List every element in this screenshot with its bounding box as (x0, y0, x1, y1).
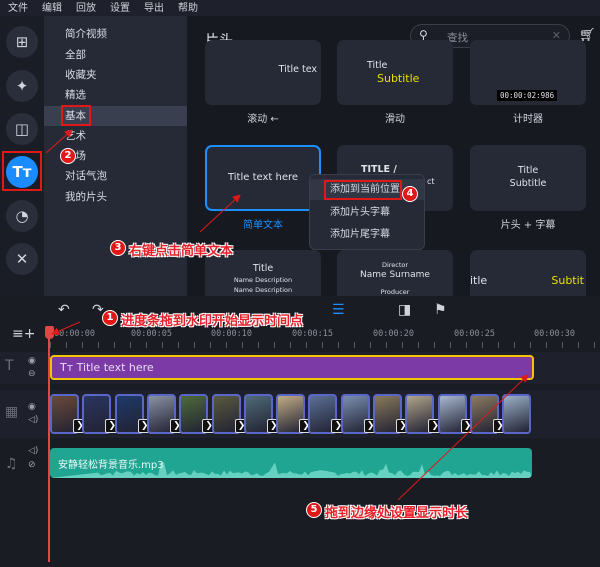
highlight-box (324, 180, 402, 200)
menu-item-add-opening-title[interactable]: 添加片头字幕 (310, 202, 424, 223)
ruler-label: 00:00:25 (454, 329, 495, 339)
card-preview: Title (252, 263, 274, 274)
stickers-icon[interactable]: ◔ (6, 200, 38, 232)
magic-wand-icon[interactable]: ✦ (6, 70, 38, 102)
video-clip-thumbnail[interactable] (502, 394, 532, 434)
marker-flag-icon[interactable]: ⚑ (434, 302, 447, 318)
ruler-label: 00:00:10 (211, 329, 252, 339)
category-item[interactable]: 艺术 (44, 126, 187, 146)
card-label: 滚动 ← (247, 114, 279, 125)
step-badge: 5 (306, 502, 322, 518)
card-label: 片头 + 字幕 (500, 220, 556, 231)
playhead-handle[interactable] (45, 326, 54, 339)
video-clips: ❯ ❯ ❯ ❯ ❯ ❯ ❯ ❯ ❯ ❯ ❯ ❯ ❯ ❯ (50, 394, 534, 434)
highlight-box (2, 151, 42, 191)
card-preview: Name Description (233, 276, 293, 284)
menu-file[interactable]: 文件 (0, 0, 34, 16)
category-item[interactable]: 简介视频 (44, 24, 187, 44)
add-media-icon[interactable]: ⊞ (6, 26, 38, 58)
menu-item-add-closing-title[interactable]: 添加片尾字幕 (310, 224, 424, 245)
card-preview: Title text here (227, 172, 299, 183)
card-preview: Subtitle (509, 178, 547, 189)
category-item[interactable]: 收藏夹 (44, 65, 187, 85)
card-preview: itle (470, 274, 488, 287)
eye-icon[interactable]: ◉ (28, 356, 36, 366)
annotation-text: 右键点击简单文本 (129, 244, 234, 259)
speaker-icon[interactable]: ◁) (28, 446, 38, 456)
playhead[interactable] (48, 326, 50, 562)
card-preview: Subtitle (377, 72, 420, 85)
step-badge: 4 (402, 186, 418, 202)
ruler-label: 00:00:05 (131, 329, 172, 339)
step-badge: 3 (110, 240, 126, 256)
ruler-label: 00:00:30 (534, 329, 575, 339)
menu-playback[interactable]: 回放 (68, 0, 102, 16)
undo-icon[interactable]: ↶ (58, 302, 70, 318)
title-card[interactable]: itle Subtit (470, 250, 586, 296)
ruler-label: 00:00:20 (373, 329, 414, 339)
ruler-ticks (50, 342, 600, 348)
card-preview: Title (517, 165, 539, 176)
link-icon[interactable]: ⊖ (28, 369, 36, 379)
card-label: 计时器 (513, 114, 543, 125)
pip-icon[interactable]: ◨ (398, 302, 411, 318)
timeline: ↶ ↷ ☰ ◨ ⚑ ≡+ 00:00:00 00:00:05 00:00:10 … (0, 296, 600, 567)
card-preview: ct (427, 177, 435, 186)
mute-icon[interactable]: ⊘ (28, 460, 36, 470)
eye-icon[interactable]: ◉ (28, 402, 36, 412)
card-preview: Title tex (278, 64, 317, 75)
card-preview: Producer (380, 288, 410, 296)
ruler-label: 00:00:15 (292, 329, 333, 339)
audio-clip-label: 安静轻松背景音乐.mp3 (58, 460, 164, 471)
card-preview: Name Description (233, 286, 293, 294)
adjust-icon[interactable]: ☰ (332, 302, 345, 318)
card-preview: Director (381, 261, 409, 269)
title-card[interactable]: Director Name Surname Producer (337, 250, 453, 296)
category-item[interactable]: 全部 (44, 45, 187, 65)
title-card-selected[interactable]: Title text here (205, 145, 321, 211)
title-card[interactable]: Title tex (205, 40, 321, 105)
audio-clip[interactable]: 安静轻松背景音乐.mp3 (50, 448, 532, 478)
title-clip-label: Tт Title text here (60, 361, 154, 374)
add-track-icon[interactable]: ≡+ (12, 326, 35, 342)
card-label: 滑动 (385, 114, 405, 125)
title-card[interactable]: Title Subtitle (337, 40, 453, 105)
menu-edit[interactable]: 编辑 (34, 0, 68, 16)
card-preview: 00:00:02:986 (497, 90, 558, 101)
category-item[interactable]: 精选 (44, 85, 187, 105)
transitions-icon[interactable]: ◫ (6, 113, 38, 145)
title-card[interactable]: 00:00:02:986 (470, 40, 586, 105)
menu-bar: 文件 编辑 回放 设置 导出 帮助 (0, 0, 600, 16)
video-track-icon: ▦ (5, 404, 19, 420)
title-card[interactable]: Title Subtitle (470, 145, 586, 211)
card-preview: Title (367, 60, 388, 71)
category-item[interactable]: 对话气泡 (44, 166, 187, 186)
menu-settings[interactable]: 设置 (102, 0, 136, 16)
step-badge: 1 (102, 310, 118, 326)
ruler-label: 00:00:00 (54, 329, 95, 339)
title-clip[interactable]: Tт Title text here (50, 355, 534, 380)
category-item[interactable]: 我的片头 (44, 187, 187, 207)
title-clip-icon: Tт (60, 361, 77, 374)
annotation-text: 进度条拖到水印开始显示时间点 (121, 314, 304, 329)
card-preview: Name Surname (360, 270, 430, 280)
tools-icon[interactable]: ✕ (6, 243, 38, 275)
title-clip-text: Title text here (76, 361, 154, 374)
annotation-text: 拖到边缘处设置显示时长 (325, 506, 469, 521)
text-track-icon: T (5, 358, 14, 374)
titles-panel: 片头 ⚲ 查找 ✕ 🛒︎ Title tex 滚动 ← TitleSubtitl… (187, 16, 600, 296)
music-track-icon: ♫ (5, 456, 18, 472)
speaker-icon[interactable]: ◁) (28, 415, 38, 425)
highlight-box (61, 105, 91, 126)
card-label: 简单文本 (243, 220, 283, 231)
menu-export[interactable]: 导出 (136, 0, 170, 16)
step-badge: 2 (60, 148, 76, 164)
card-preview: Subtit (551, 274, 584, 287)
menu-help[interactable]: 帮助 (170, 0, 204, 16)
